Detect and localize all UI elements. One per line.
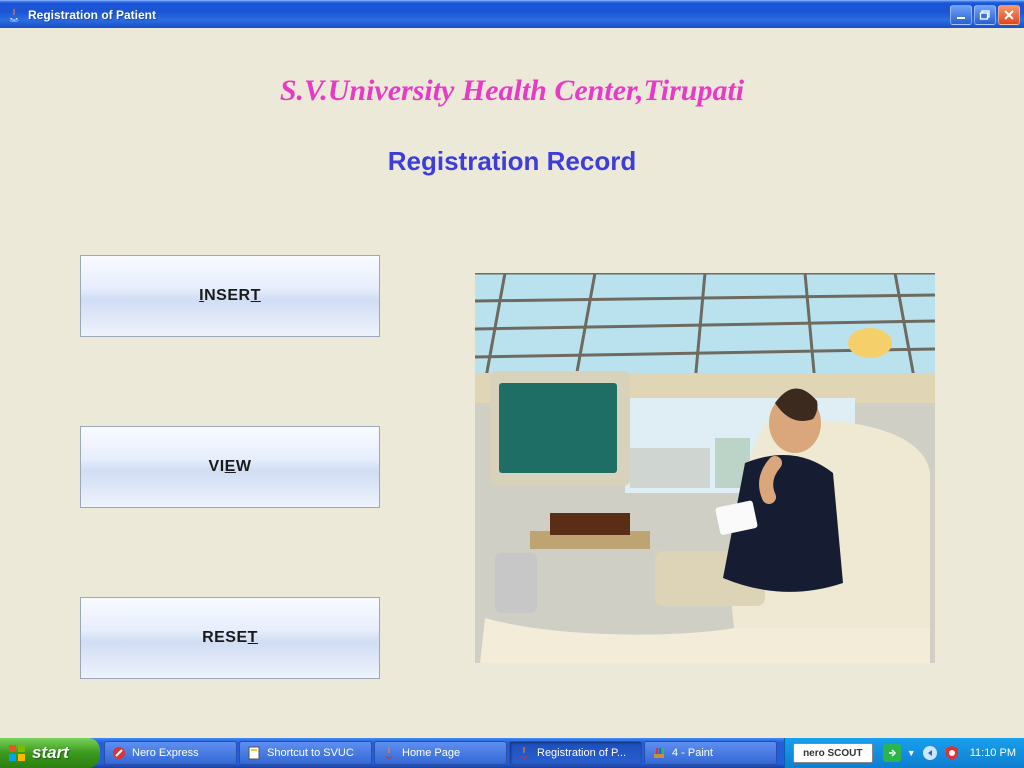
minimize-button[interactable] xyxy=(950,5,972,25)
nero-icon xyxy=(111,745,127,761)
tray-update-icon[interactable] xyxy=(883,744,901,762)
taskbar-clock[interactable]: 11:10 PM xyxy=(966,747,1016,759)
insert-button-label: INSERT xyxy=(199,287,261,305)
window-title: Registration of Patient xyxy=(28,8,950,22)
nero-scout-tray[interactable]: nero SCOUT xyxy=(793,743,873,763)
taskbar-item-label: Nero Express xyxy=(132,747,199,759)
windows-logo-icon xyxy=(8,744,26,762)
content-area: S.V.University Health Center,Tirupati Re… xyxy=(0,28,1024,738)
taskbar-item-registration[interactable]: Registration of P... xyxy=(509,741,642,765)
taskbar-item-label: 4 - Paint xyxy=(672,747,713,759)
taskbar-item-label: Registration of P... xyxy=(537,747,626,759)
shortcut-icon xyxy=(246,745,262,761)
close-button[interactable] xyxy=(998,5,1020,25)
tray-dropdown-icon[interactable]: ▼ xyxy=(907,748,916,758)
insert-button[interactable]: INSERT xyxy=(80,255,380,337)
taskbar: start Nero Express Shortcut to SVUC Home… xyxy=(0,738,1024,768)
java-icon xyxy=(516,745,532,761)
taskbar-items: Nero Express Shortcut to SVUC Home Page … xyxy=(100,738,784,768)
taskbar-item-homepage[interactable]: Home Page xyxy=(374,741,507,765)
taskbar-item-shortcut[interactable]: Shortcut to SVUC xyxy=(239,741,372,765)
window-titlebar: Registration of Patient xyxy=(0,0,1024,28)
view-button[interactable]: VIEW xyxy=(80,426,380,508)
page-subtitle: Registration Record xyxy=(0,146,1024,177)
window-controls xyxy=(950,5,1020,25)
start-label: start xyxy=(32,743,69,763)
paint-icon xyxy=(651,745,667,761)
taskbar-item-label: Shortcut to SVUC xyxy=(267,747,354,759)
view-button-label: VIEW xyxy=(209,458,252,476)
page-title: S.V.University Health Center,Tirupati xyxy=(0,74,1024,108)
reset-button[interactable]: RESET xyxy=(80,597,380,679)
tray-shield-icon[interactable] xyxy=(944,745,960,761)
taskbar-item-paint[interactable]: 4 - Paint xyxy=(644,741,777,765)
decorative-image xyxy=(475,273,935,663)
system-tray: nero SCOUT ▼ 11:10 PM xyxy=(784,738,1024,768)
tray-hide-icon[interactable] xyxy=(922,745,938,761)
taskbar-item-label: Home Page xyxy=(402,747,460,759)
start-button[interactable]: start xyxy=(0,738,100,768)
reset-button-label: RESET xyxy=(202,629,258,647)
java-icon xyxy=(381,745,397,761)
taskbar-item-nero[interactable]: Nero Express xyxy=(104,741,237,765)
java-app-icon xyxy=(6,7,22,23)
restore-button[interactable] xyxy=(974,5,996,25)
